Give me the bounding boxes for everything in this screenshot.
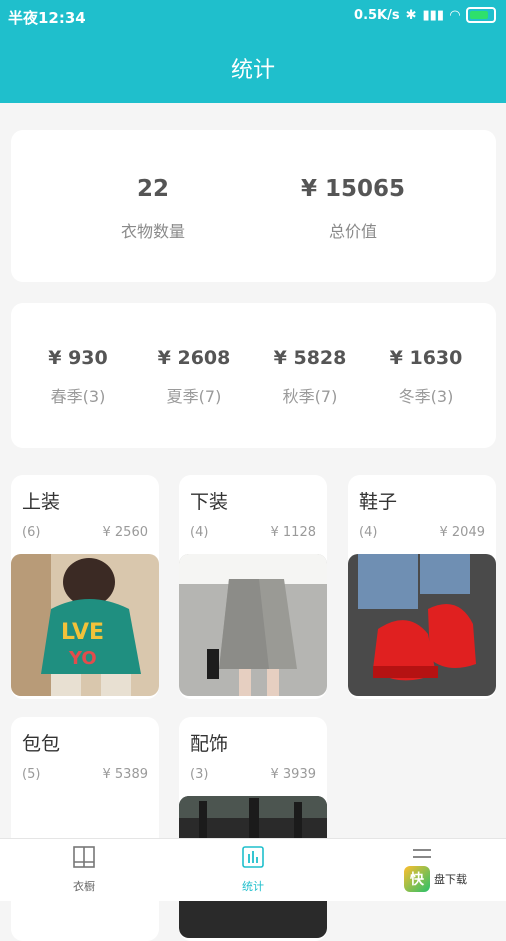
category-price: ¥ 2049 (439, 525, 486, 540)
total-value-value: ¥ 15065 (300, 176, 406, 202)
season-winter: ¥ 1630 冬季(3) (371, 347, 481, 407)
tab-wardrobe[interactable]: 衣橱 (34, 845, 134, 894)
season-spring: ¥ 930 春季(3) (23, 347, 133, 407)
app-bar: 统计 (0, 32, 506, 103)
category-card-bags[interactable]: 包包 (5) ¥ 5389 (11, 717, 159, 941)
page-title: 统计 (230, 57, 275, 83)
bluetooth-icon: ✱ (405, 7, 417, 23)
status-bar: 半夜12:34 0.5K/s ✱ ▮▮▮ ◠ (0, 0, 506, 32)
watermark-logo: 快 盘下载 (404, 862, 500, 896)
category-price: ¥ 3939 (270, 767, 317, 782)
category-card-accessories[interactable]: 配饰 (3) ¥ 3939 (179, 717, 327, 941)
seasons-card: ¥ 930 春季(3) ¥ 2608 夏季(7) ¥ 5828 秋季(7) ¥ … (11, 303, 496, 448)
wifi-icon: ◠ (450, 7, 460, 23)
season-value: ¥ 930 (48, 347, 108, 369)
category-count: (4) (190, 525, 209, 540)
total-count-label: 衣物数量 (120, 222, 185, 241)
season-label: 春季(3) (50, 387, 106, 406)
season-value: ¥ 2608 (157, 347, 231, 369)
chart-icon (242, 846, 264, 868)
category-image (348, 554, 496, 696)
tab-label: 衣橱 (73, 880, 95, 893)
category-price: ¥ 2560 (102, 525, 149, 540)
watermark-text: 盘下载 (434, 873, 467, 886)
svg-text:LVE: LVE (61, 620, 104, 645)
season-value: ¥ 5828 (273, 347, 347, 369)
total-value: ¥ 15065 总价值 (253, 176, 453, 242)
category-count: (5) (22, 767, 41, 782)
watermark-icon: 快 (404, 866, 430, 892)
season-autumn: ¥ 5828 秋季(7) (255, 347, 365, 407)
svg-text:YO: YO (68, 648, 97, 669)
battery-icon (466, 7, 496, 23)
category-card-shoes[interactable]: 鞋子 (4) ¥ 2049 (348, 475, 496, 699)
category-card-bottoms[interactable]: 下装 (4) ¥ 1128 (179, 475, 327, 699)
category-title: 下装 (190, 491, 229, 513)
category-price: ¥ 1128 (270, 525, 317, 540)
category-title: 上装 (22, 491, 61, 513)
network-speed: 0.5K/s (354, 7, 400, 23)
totals-card: 22 衣物数量 ¥ 15065 总价值 (11, 130, 496, 282)
wardrobe-icon (73, 846, 95, 868)
category-card-tops[interactable]: 上装 (6) ¥ 2560 LVE YO (11, 475, 159, 699)
category-price: ¥ 5389 (102, 767, 149, 782)
category-title: 鞋子 (359, 491, 398, 513)
category-title: 配饰 (190, 733, 229, 755)
category-image (179, 554, 327, 696)
total-count: 22 衣物数量 (53, 176, 253, 242)
total-count-value: 22 (136, 176, 169, 202)
category-count: (3) (190, 767, 209, 782)
tab-statistics[interactable]: 统计 (203, 845, 303, 894)
signal-icon: ▮▮▮ (422, 7, 444, 23)
status-time: 半夜12:34 (8, 9, 86, 27)
tab-label: 统计 (242, 880, 264, 893)
season-value: ¥ 1630 (389, 347, 463, 369)
season-summer: ¥ 2608 夏季(7) (139, 347, 249, 407)
category-image: LVE YO (11, 554, 159, 696)
season-label: 冬季(3) (398, 387, 454, 406)
category-count: (4) (359, 525, 378, 540)
category-title: 包包 (22, 733, 61, 755)
season-label: 夏季(7) (166, 387, 222, 406)
season-label: 秋季(7) (282, 387, 338, 406)
total-value-label: 总价值 (328, 222, 377, 241)
category-count: (6) (22, 525, 41, 540)
